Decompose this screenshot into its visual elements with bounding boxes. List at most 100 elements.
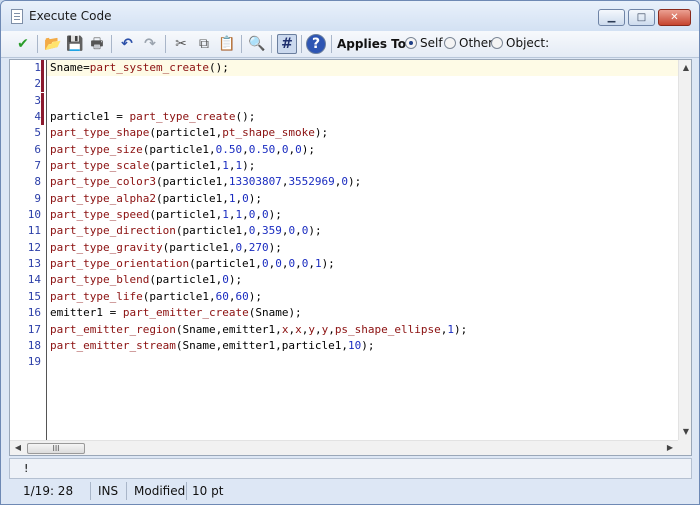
function-token: part_type_scale [50,159,150,173]
document-icon [11,9,23,24]
line-code[interactable]: particle1 = part_type_create(); [50,109,255,125]
print-icon[interactable]: 🖶 [87,34,107,54]
radio-self[interactable] [405,37,417,49]
number-token: 60 [235,289,249,303]
paste-icon[interactable]: 📋 [217,34,237,54]
text-token: ); [228,273,243,287]
line-code[interactable]: part_type_orientation(particle1,0,0,0,0,… [50,256,335,272]
scroll-down-icon[interactable]: ▼ [679,427,691,436]
line-code[interactable]: part_type_scale(particle1,1,1); [50,158,255,174]
function-token: x [295,322,302,336]
line-number: 2 [34,77,41,91]
line-number: 14 [27,273,41,287]
line-code[interactable]: Sname=part_system_create(); [50,60,229,76]
text-token: , [242,142,249,156]
line-number: 18 [27,338,41,352]
toolbar-separator [331,35,332,53]
line-code[interactable]: part_type_gravity(particle1,0,270); [50,240,282,256]
function-token: pt_shape_smoke [222,126,315,140]
toolbar: ✔ 📂 💾 🖶 ↶ ↷ ✂ ⧉ 📋 🔍 # ? Applies To: Self… [1,31,699,58]
text-token: ); [314,126,329,140]
text-token: (particle1, [142,142,216,156]
function-token: part_emitter_create [122,306,249,320]
text-token: ); [248,191,262,205]
undo-icon[interactable]: ↶ [117,34,137,54]
status-separator [90,482,91,500]
text-token: ); [361,338,375,352]
text-token: Sname= [50,61,90,74]
line-code[interactable]: part_type_shape(particle1,pt_shape_smoke… [50,125,328,141]
text-token: , [242,208,249,222]
function-token: ps_shape_ellipse [334,322,441,336]
number-token: 10 [348,338,362,352]
function-token: part_type_alpha2 [50,191,156,205]
radio-self-label[interactable]: Self [420,36,443,50]
toolbar-separator [37,35,38,53]
line-code[interactable]: part_type_size(particle1,0.50,0.50,0,0); [50,142,315,158]
line-code[interactable]: part_type_speed(particle1,1,1,0,0); [50,207,282,223]
checkmark-icon[interactable]: ✔ [13,34,33,54]
text-token: ); [242,159,256,173]
change-marker [41,60,44,76]
line-code[interactable]: part_type_life(particle1,60,60); [50,289,262,305]
text-token: , [295,224,302,238]
save-icon[interactable]: 💾 [65,34,85,54]
text-token: (Sname); [248,306,302,320]
number-token: 0 [242,191,249,205]
line-number: 3 [34,93,41,107]
function-token: part_type_shape [50,126,150,140]
line-code[interactable]: part_emitter_region(Sname,emitter1,x,x,y… [50,322,467,338]
text-token: (); [235,110,256,124]
code-editor[interactable]: 1 Sname=part_system_create(); 2 3 4 particle1… [9,59,692,456]
radio-object-label[interactable]: Object: [506,36,549,50]
minimize-button[interactable]: ▁ [598,9,625,26]
close-icon: ✕ [670,12,679,23]
copy-icon[interactable]: ⧉ [194,34,214,54]
text-token: ); [348,175,362,189]
title-bar[interactable]: Execute Code ▁ □ ✕ [1,1,699,31]
modified-state: Modified [134,484,186,498]
vertical-scrollbar[interactable]: ▲ ▼ [678,60,691,440]
maximize-button[interactable]: □ [628,9,655,26]
close-button[interactable]: ✕ [658,9,691,26]
scroll-left-icon[interactable]: ◀ [11,443,25,452]
number-token: 1 [222,208,229,222]
text-token: , [328,322,335,336]
find-icon[interactable]: 🔍 [247,34,267,54]
text-token: (Sname,emitter1, [175,322,282,336]
line-code[interactable]: part_emitter_stream(Sname,emitter1,parti… [50,338,375,354]
line-number: 17 [27,322,41,336]
function-token: part_emitter_stream [50,338,176,352]
execute-code-window: Execute Code ▁ □ ✕ ✔ 📂 💾 🖶 ↶ ↷ ✂ ⧉ 📋 🔍 #… [0,0,700,505]
line-number: 5 [34,126,41,140]
line-number: 9 [34,191,41,205]
horizontal-scrollbar[interactable]: ◀ III ▶ [10,440,678,455]
line-number: 16 [27,306,41,320]
radio-other[interactable] [444,37,456,49]
line-code[interactable]: part_type_color3(particle1,13303807,3552… [50,174,361,190]
toolbar-separator [241,35,242,53]
text-token: particle1 = [50,110,130,124]
toolbar-separator [111,35,112,53]
horizontal-scroll-thumb[interactable]: III [27,443,85,454]
number-toggle-icon[interactable]: # [277,34,297,54]
radio-object[interactable] [491,37,503,49]
line-code[interactable]: part_type_direction(particle1,0,359,0,0)… [50,223,322,239]
applies-to-label: Applies To: [337,37,411,51]
cut-icon[interactable]: ✂ [171,34,191,54]
help-icon[interactable]: ? [306,34,326,54]
function-token: y [308,322,315,336]
open-folder-icon[interactable]: 📂 [43,34,63,54]
text-token: , [295,257,302,271]
radio-other-label[interactable]: Other [459,36,493,50]
status-bar: 1/19: 28 INS Modified 10 pt [1,480,699,504]
scrollbar-corner [678,440,691,455]
line-code[interactable]: part_type_alpha2(particle1,1,0); [50,191,262,207]
text-token: ); [454,322,468,336]
scroll-right-icon[interactable]: ▶ [663,443,677,452]
line-code[interactable]: emitter1 = part_emitter_create(Sname); [50,305,302,321]
redo-icon[interactable]: ↷ [140,34,160,54]
scroll-up-icon[interactable]: ▲ [679,63,691,72]
line-code[interactable]: part_type_blend(particle1,0); [50,272,242,288]
text-token: (particle1, [189,257,262,271]
